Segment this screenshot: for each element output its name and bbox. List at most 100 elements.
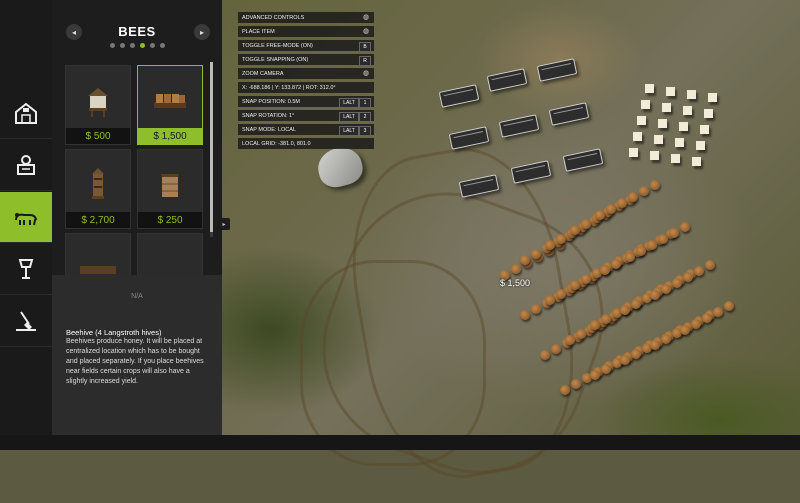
placed-barrel-hive	[570, 280, 580, 290]
chevron-right-icon: ▸	[222, 221, 226, 228]
sidebar-item-landscaping[interactable]	[0, 296, 52, 347]
placed-barrel-hive	[590, 370, 600, 380]
key-r: R	[359, 55, 371, 66]
placed-beehive-crate	[486, 68, 528, 92]
placed-beehive-box	[708, 93, 717, 102]
placed-barrel-hive	[650, 340, 660, 350]
page-dot[interactable]	[109, 43, 115, 48]
sidebar-item-decoration[interactable]	[0, 244, 52, 295]
page-dot[interactable]	[159, 43, 165, 48]
placed-barrel-hive	[611, 259, 621, 269]
control-zoom-camera: ZOOM CAMERA ◍	[238, 68, 374, 79]
placed-barrel-hive	[713, 307, 723, 317]
placed-barrel-hive	[556, 289, 566, 299]
chevron-right-icon: ▸	[199, 27, 204, 37]
mouse-wheel-icon: ◍	[362, 70, 370, 77]
control-snap-position: SNAP POSITION: 0.5M LALT 1	[238, 96, 374, 108]
placed-barrel-hive	[600, 265, 610, 275]
placed-beehive-crate	[510, 160, 552, 184]
collapse-panel-button[interactable]: ▸	[218, 218, 230, 230]
placed-barrel-hive	[601, 364, 611, 374]
placed-beehive-box	[662, 103, 671, 112]
construction-panel: ◂ BEES ▸ $ 500 $ 1,500 $ 2,700 $ 250 N/A…	[52, 0, 222, 435]
key-lalt: LALT	[339, 111, 359, 122]
control-snapping: TOGGLE SNAPPING (ON) R	[238, 54, 374, 66]
prev-category-button[interactable]: ◂	[66, 24, 82, 40]
page-dot[interactable]	[119, 43, 125, 48]
control-label: PLACE ITEM	[242, 28, 275, 35]
lamp-decoration-icon	[18, 259, 34, 279]
placed-beehive-box	[700, 125, 709, 134]
placed-barrel-hive	[620, 355, 630, 365]
placed-barrel-hive	[705, 260, 715, 270]
beehive-row-icon	[76, 256, 120, 276]
page-dot[interactable]	[149, 43, 155, 48]
placed-beehive-box	[683, 106, 692, 115]
item-tile-beehive-langstroth[interactable]: $ 1,500	[137, 65, 203, 145]
item-description: Beehives produce honey. It will be place…	[66, 338, 204, 385]
placed-barrel-hive	[672, 278, 682, 288]
placed-barrel-hive	[631, 349, 641, 359]
placed-barrel-hive	[650, 180, 660, 190]
placed-barrel-hive	[625, 252, 635, 262]
bottom-bar	[0, 435, 800, 450]
item-tile-beehive-box[interactable]: $ 250	[137, 149, 203, 229]
control-local-grid: LOCAL GRID: -381.0, 801.0	[238, 138, 374, 149]
placed-barrel-hive	[551, 344, 561, 354]
mouse-left-icon: ◍	[362, 28, 370, 35]
placed-barrel-hive	[565, 335, 575, 345]
item-price: $ 500	[66, 128, 130, 144]
placed-barrel-hive	[556, 234, 566, 244]
placed-beehive-box	[641, 100, 650, 109]
placed-barrel-hive	[571, 379, 581, 389]
placed-barrel-hive	[511, 264, 521, 274]
beehive-icon	[76, 78, 120, 122]
placed-barrel-hive	[683, 272, 693, 282]
placed-beehive-box	[633, 132, 642, 141]
placed-barrel-hive	[520, 255, 530, 265]
item-price: $ 1,500	[138, 128, 202, 144]
placed-barrel-hive	[601, 314, 611, 324]
placed-barrel-hive	[581, 274, 591, 284]
sidebar-item-production[interactable]	[0, 140, 52, 191]
next-category-button[interactable]: ▸	[194, 24, 210, 40]
placed-barrel-hive	[560, 385, 570, 395]
control-label: SNAP ROTATION: 1°	[242, 112, 295, 119]
item-tile-beehive-tower[interactable]: $ 2,700	[65, 149, 131, 229]
placed-barrel-hive	[724, 301, 734, 311]
control-label: SNAP POSITION: 0.5M	[242, 98, 300, 105]
placed-barrel-hive	[647, 240, 657, 250]
placed-beehive-box	[654, 135, 663, 144]
item-detail-na: N/A	[131, 293, 143, 300]
item-name: Beehive (4 Langstroth hives)	[66, 328, 162, 337]
control-snap-rotation: SNAP ROTATION: 1° LALT 2	[238, 110, 374, 122]
placed-barrel-hive	[570, 225, 580, 235]
placed-barrel-hive	[545, 240, 555, 250]
key-3: 3	[359, 125, 371, 136]
placed-beehive-box	[692, 157, 701, 166]
item-tile-partial[interactable]	[65, 233, 131, 276]
control-coordinates: X: -688.186 | Y: 133.872 | ROT: 312.0°	[238, 82, 374, 93]
item-scrollbar[interactable]	[210, 62, 213, 237]
placed-barrel-hive	[531, 304, 541, 314]
landscaping-icon	[16, 311, 36, 331]
placed-barrel-hive	[680, 325, 690, 335]
placed-barrel-hive	[661, 284, 671, 294]
sidebar-item-buildings[interactable]	[0, 88, 52, 139]
placed-beehive-box	[679, 122, 688, 131]
scrollbar-thumb[interactable]	[210, 62, 213, 232]
sidebar-item-animals[interactable]	[0, 192, 52, 243]
placed-barrel-hive	[545, 295, 555, 305]
placed-beehive-box	[671, 154, 680, 163]
placed-barrel-hive	[540, 350, 550, 360]
placed-beehive-box	[645, 84, 654, 93]
control-label: TOGGLE FREE-MODE (ON)	[242, 42, 313, 49]
item-price: $ 250	[138, 212, 202, 228]
item-tile-beehive-small[interactable]: $ 500	[65, 65, 131, 145]
farm-building-icon	[15, 102, 37, 124]
page-dot[interactable]	[129, 43, 135, 48]
page-dot[interactable]	[139, 43, 145, 48]
item-tile-partial[interactable]	[137, 233, 203, 276]
control-snap-mode: SNAP MODE: LOCAL LALT 3	[238, 124, 374, 136]
placed-beehive-box	[629, 148, 638, 157]
